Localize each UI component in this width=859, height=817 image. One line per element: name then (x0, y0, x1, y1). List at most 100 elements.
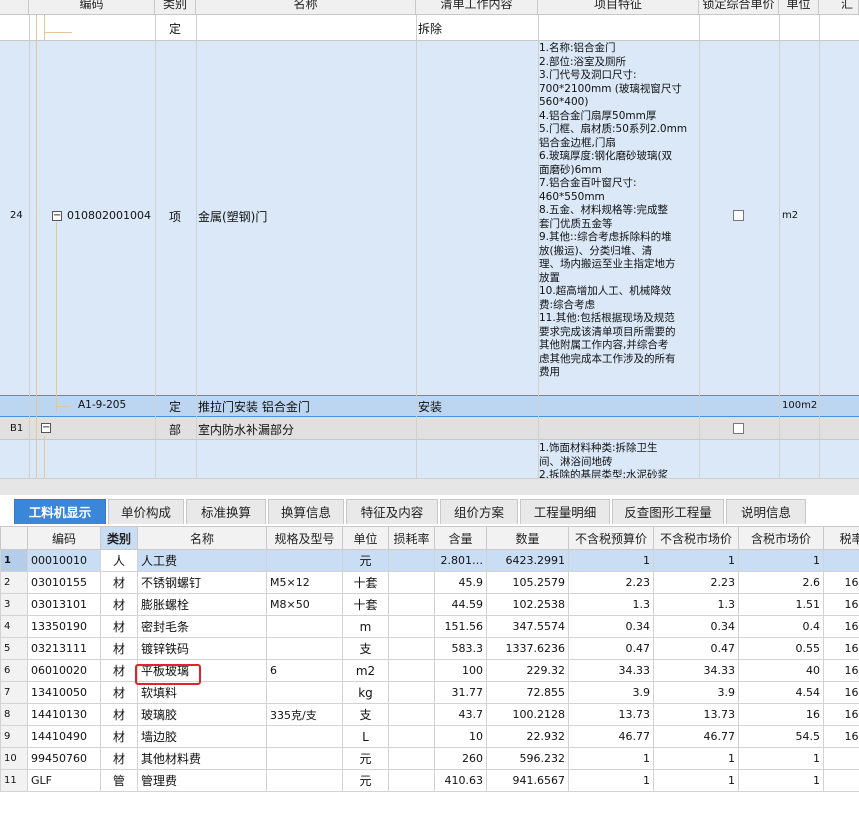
tab-unit-price[interactable]: 单价构成 (108, 499, 184, 524)
cell-market-price[interactable]: 1 (653, 769, 739, 792)
cell-budget-price[interactable]: 1 (568, 549, 654, 572)
cell-code[interactable]: 03213111 (27, 637, 101, 660)
cell-content[interactable]: 31.77 (434, 681, 487, 704)
cell-spec[interactable]: M8×50 (266, 593, 343, 616)
cell-type[interactable]: 材 (100, 703, 138, 726)
cell-unit[interactable]: 十套 (342, 593, 389, 616)
cell-market-price[interactable]: 13.73 (653, 703, 739, 726)
cell-taxed-market-price[interactable]: 1 (738, 549, 824, 572)
cell-quantity[interactable]: 347.5574 (486, 615, 569, 638)
cell-name[interactable]: 密封毛条 (137, 615, 267, 638)
tab-standard-conversion[interactable]: 标准换算 (186, 499, 266, 524)
cell-type[interactable]: 管 (100, 769, 138, 792)
tab-description[interactable]: 说明信息 (726, 499, 806, 524)
cell-quantity[interactable]: 1337.6236 (486, 637, 569, 660)
cell-unit[interactable]: L (342, 725, 389, 748)
cell-name[interactable]: 玻璃胶 (137, 703, 267, 726)
cell-budget-price[interactable]: 1.3 (568, 593, 654, 616)
cell-name[interactable]: 镀锌铁码 (137, 637, 267, 660)
row-next-bg[interactable] (0, 440, 859, 478)
cell-budget-price[interactable]: 13.73 (568, 703, 654, 726)
cell-tax-rate[interactable]: 16.52 (823, 659, 859, 682)
cell-code[interactable]: 03010155 (27, 571, 101, 594)
table-row[interactable]: 8 14410130 材玻璃胶 335克/支支 43.7 100.2128 13.73 13.… (0, 703, 859, 726)
cell-tax-rate[interactable]: 0 (823, 747, 859, 770)
table-row[interactable]: 713410050材软填料kg31.7772.8553.93.94.5416.5… (0, 681, 859, 704)
cell-loss-rate[interactable] (388, 637, 435, 660)
cell-quantity[interactable]: 229.32 (486, 659, 569, 682)
cell-content[interactable]: 583.3 (434, 637, 487, 660)
cell-tax-rate[interactable]: 16.52 (823, 615, 859, 638)
cell-type[interactable]: 材 (100, 659, 138, 682)
cell-code[interactable]: 99450760 (27, 747, 101, 770)
col-header-category[interactable]: 类别 (155, 0, 196, 15)
cell-loss-rate[interactable] (388, 747, 435, 770)
cell-code[interactable]: 06010020 (27, 659, 101, 682)
cell-content[interactable]: 43.7 (434, 703, 487, 726)
cell-market-price[interactable]: 1.3 (653, 593, 739, 616)
cell-taxed-market-price[interactable]: 54.5 (738, 725, 824, 748)
table-row[interactable]: 4 13350190 材密封毛条 m 151.56 347.5574 0.34 0.34 0.4… (0, 615, 859, 638)
col-header-budget-price[interactable]: 不含税预算价 (568, 526, 654, 550)
cell-taxed-market-price[interactable]: 4.54 (738, 681, 824, 704)
tab-pricing-scheme[interactable]: 组价方案 (440, 499, 518, 524)
col-header-market-price[interactable]: 不含税市场价 (653, 526, 739, 550)
cell-market-price[interactable]: 3.9 (653, 681, 739, 704)
cell-tax-rate[interactable]: 16.52 (823, 571, 859, 594)
table-row[interactable]: 11GLF管管理费元410.63941.65671110 (0, 769, 859, 792)
cell-code[interactable]: 14410130 (27, 703, 101, 726)
row-b1-lock-checkbox[interactable] (733, 423, 744, 434)
cell-spec[interactable] (266, 549, 343, 572)
cell-unit[interactable]: m2 (342, 659, 389, 682)
cell-loss-rate[interactable] (388, 725, 435, 748)
cell-budget-price[interactable]: 3.9 (568, 681, 654, 704)
cell-market-price[interactable]: 1 (653, 747, 739, 770)
cell-quantity[interactable]: 102.2538 (486, 593, 569, 616)
col-header-content[interactable]: 含量 (434, 526, 487, 550)
table-row[interactable]: 2 03010155 材不锈钢螺钉 M5×12 十套 45.9 105.2579 2.23 2.… (0, 571, 859, 594)
cell-type[interactable]: 材 (100, 571, 138, 594)
cell-quantity[interactable]: 941.6567 (486, 769, 569, 792)
cell-quantity[interactable]: 72.855 (486, 681, 569, 704)
cell-content[interactable]: 260 (434, 747, 487, 770)
cell-name[interactable]: 不锈钢螺钉 (137, 571, 267, 594)
cell-unit[interactable]: 元 (342, 747, 389, 770)
cell-content[interactable]: 45.9 (434, 571, 487, 594)
cell-budget-price[interactable]: 1 (568, 769, 654, 792)
col-header-type[interactable]: 类别 (100, 526, 138, 550)
tab-features-content[interactable]: 特征及内容 (346, 499, 438, 524)
cell-budget-price[interactable]: 0.34 (568, 615, 654, 638)
col-header-tax-rate[interactable]: 税率 (823, 526, 859, 550)
cell-name[interactable]: 其他材料费 (137, 747, 267, 770)
cell-unit[interactable]: 支 (342, 703, 389, 726)
cell-loss-rate[interactable] (388, 549, 435, 572)
cell-taxed-market-price[interactable]: 1 (738, 769, 824, 792)
cell-tax-rate[interactable]: 16.52 (823, 593, 859, 616)
cell-tax-rate[interactable]: 16.52 (823, 637, 859, 660)
cell-code[interactable]: 14410490 (27, 725, 101, 748)
table-row[interactable]: 1099450760材其他材料费元260596.2321110 (0, 747, 859, 770)
cell-content[interactable]: 410.63 (434, 769, 487, 792)
cell-taxed-market-price[interactable]: 40 (738, 659, 824, 682)
cell-taxed-market-price[interactable]: 0.4 (738, 615, 824, 638)
cell-name[interactable]: 人工费 (137, 549, 267, 572)
col-header-lock-price[interactable]: 锁定综合单价 (699, 0, 779, 15)
col-header-quantity[interactable]: 数量 (486, 526, 569, 550)
cell-type[interactable]: 材 (100, 637, 138, 660)
cell-type[interactable]: 材 (100, 747, 138, 770)
tab-graphic-quantity[interactable]: 反查图形工程量 (612, 499, 724, 524)
cell-content[interactable]: 100 (434, 659, 487, 682)
cell-loss-rate[interactable] (388, 769, 435, 792)
table-row[interactable]: 3 03013101 材膨胀螺栓 M8×50 十套 44.59 102.2538 1.3 1.3… (0, 593, 859, 616)
cell-type[interactable]: 材 (100, 725, 138, 748)
col-header-work[interactable]: 清单工作内容 (416, 0, 538, 15)
cell-spec[interactable]: M5×12 (266, 571, 343, 594)
cell-budget-price[interactable]: 0.47 (568, 637, 654, 660)
cell-spec[interactable] (266, 681, 343, 704)
cell-type[interactable]: 人 (100, 549, 138, 572)
cell-spec[interactable] (266, 637, 343, 660)
cell-budget-price[interactable]: 46.77 (568, 725, 654, 748)
row-b1-bg[interactable] (0, 417, 859, 440)
cell-taxed-market-price[interactable]: 1 (738, 747, 824, 770)
cell-content[interactable]: 44.59 (434, 593, 487, 616)
